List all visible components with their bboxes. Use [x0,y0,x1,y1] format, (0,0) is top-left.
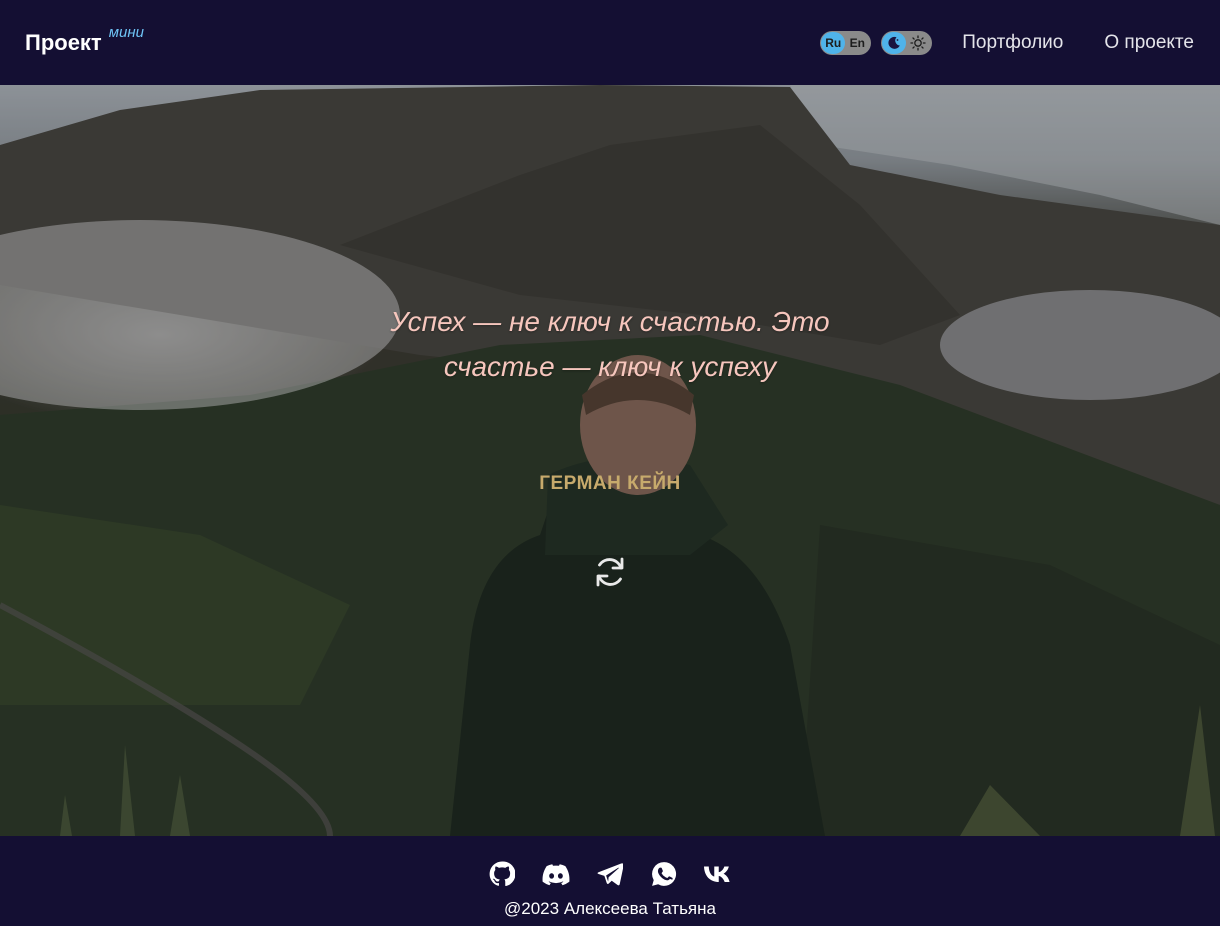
logo-title: Проект [25,29,102,55]
logo[interactable]: Проект мини [25,24,144,56]
moon-icon[interactable] [882,31,907,54]
whatsapp-icon[interactable] [650,860,678,888]
refresh-icon [596,557,624,587]
footer: @2023 Алексеева Татьяна [0,836,1220,926]
lang-option-ru[interactable]: Ru [821,31,846,54]
top-bar: Проект мини Ru En Портфолио О проекте [0,0,1220,85]
sun-icon[interactable] [906,32,930,54]
vk-icon[interactable] [704,860,732,888]
logo-superscript: мини [108,23,144,41]
github-icon[interactable] [488,860,516,888]
copyright-text: @2023 Алексеева Татьяна [504,899,716,918]
theme-toggle[interactable] [881,30,933,55]
main-nav: Ru En Портфолио О проекте [820,30,1194,55]
quote-author: ГЕРМАН КЕЙН [539,473,681,494]
hero-section: Успех — не ключ к счастью. Это счастье —… [0,85,1220,836]
nav-link-portfolio[interactable]: Портфолио [962,32,1063,54]
telegram-icon[interactable] [596,860,624,888]
language-toggle[interactable]: Ru En [820,30,872,55]
nav-link-about[interactable]: О проекте [1104,32,1194,54]
discord-icon[interactable] [542,860,570,888]
quote-text: Успех — не ключ к счастью. Это счастье —… [390,306,830,382]
refresh-quote-button[interactable] [590,552,630,592]
social-links [0,836,1220,892]
background-dim-overlay [0,85,1220,836]
lang-option-en[interactable]: En [845,32,869,54]
